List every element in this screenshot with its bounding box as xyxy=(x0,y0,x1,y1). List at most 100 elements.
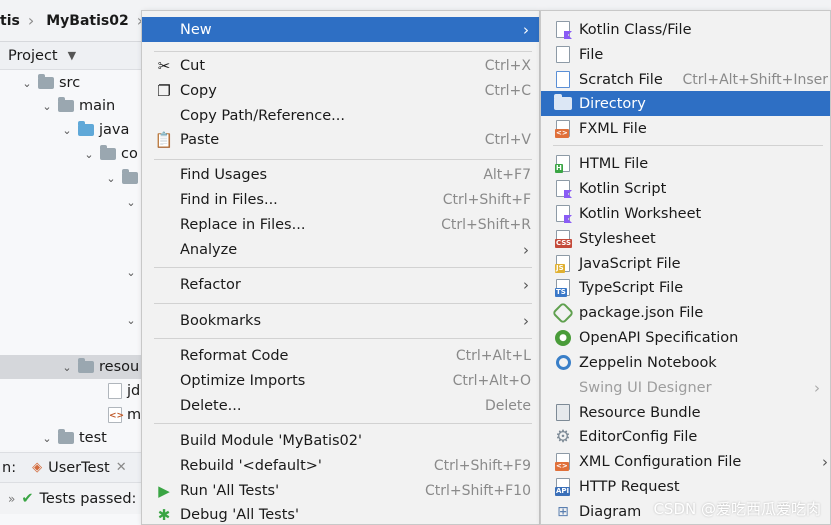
menu-label: Find in Files... xyxy=(180,191,278,208)
menu-item-copy-path[interactable]: Copy Path/Reference... xyxy=(142,103,539,128)
tree-node-subpackage[interactable]: ⌄ xyxy=(0,166,145,190)
menu-item-openapi[interactable]: ● OpenAPI Specification xyxy=(541,325,830,350)
project-panel-header[interactable]: Project ▼ xyxy=(0,42,145,70)
chevron-right-icon: › xyxy=(523,20,529,39)
package-icon xyxy=(122,169,138,184)
run-tab-usertest[interactable]: ◈ UserTest ✕ xyxy=(32,460,127,476)
menu-item-new[interactable]: New › xyxy=(142,17,539,42)
chevron-right-icon: › xyxy=(27,11,35,30)
menu-label: HTML File xyxy=(579,155,649,172)
breadcrumb-item[interactable]: tis › xyxy=(0,11,42,30)
menu-label: Optimize Imports xyxy=(180,372,306,389)
menu-shortcut: Ctrl+Alt+O xyxy=(452,372,531,389)
tree-node-src[interactable]: ⌄ src xyxy=(0,71,145,95)
html-file-icon: H xyxy=(553,154,573,174)
tree-node-resources[interactable]: ⌄ resou xyxy=(0,355,145,379)
menu-label: Zeppelin Notebook xyxy=(579,354,717,371)
menu-label: Kotlin Worksheet xyxy=(579,205,702,222)
resource-bundle-icon xyxy=(553,403,573,423)
css-file-icon: CSS xyxy=(553,229,573,249)
chevron-down-icon: ⌄ xyxy=(126,195,136,209)
menu-shortcut: Ctrl+Shift+F xyxy=(442,191,531,208)
tree-node-main[interactable]: ⌄ main xyxy=(0,94,145,118)
expand-icon[interactable]: » xyxy=(8,492,15,506)
menu-item-paste[interactable]: 📋 Paste Ctrl+V xyxy=(142,127,539,152)
menu-shortcut: Ctrl+X xyxy=(484,57,531,74)
menu-item-find-in-files[interactable]: Find in Files... Ctrl+Shift+F xyxy=(142,187,539,212)
tree-node-collapsed[interactable]: ⌄ xyxy=(0,260,145,284)
menu-label: Analyze xyxy=(180,241,238,258)
kotlin-worksheet-icon xyxy=(553,204,573,224)
close-icon[interactable]: ✕ xyxy=(116,460,127,475)
menu-item-fxml-file[interactable]: <> FXML File xyxy=(541,116,830,141)
package-icon xyxy=(100,145,116,160)
project-title: Project xyxy=(8,47,58,64)
menu-label: Bookmarks xyxy=(180,312,262,329)
menu-shortcut: Ctrl+Shift+R xyxy=(441,216,531,233)
source-folder-icon xyxy=(78,121,94,136)
menu-item-refactor[interactable]: Refactor › xyxy=(142,272,539,297)
menu-item-delete[interactable]: Delete... Delete xyxy=(142,393,539,418)
menu-separator xyxy=(553,145,823,146)
menu-item-xml-configuration[interactable]: <> XML Configuration File › xyxy=(541,449,830,474)
menu-item-reformat-code[interactable]: Reformat Code Ctrl+Alt+L xyxy=(142,343,539,368)
tree-node-java[interactable]: ⌄ java xyxy=(0,118,145,142)
menu-separator xyxy=(154,267,532,268)
tree-node-collapsed[interactable]: ⌄ xyxy=(0,190,145,214)
diagram-icon: ⊞ xyxy=(557,503,569,520)
menu-label: HTTP Request xyxy=(579,478,680,495)
tree-node-package[interactable]: ⌄ co xyxy=(0,142,145,166)
menu-item-file[interactable]: File xyxy=(541,42,830,67)
menu-label: XML Configuration File xyxy=(579,453,742,470)
menu-item-kotlin-class[interactable]: Kotlin Class/File xyxy=(541,17,830,42)
menu-label: Resource Bundle xyxy=(579,404,701,421)
menu-separator xyxy=(154,338,532,339)
menu-item-stylesheet[interactable]: CSS Stylesheet xyxy=(541,226,830,251)
chevron-down-icon: ▼ xyxy=(67,49,77,62)
resources-folder-icon xyxy=(78,358,94,373)
menu-item-find-usages[interactable]: Find Usages Alt+F7 xyxy=(142,162,539,187)
menu-item-http-request[interactable]: API HTTP Request xyxy=(541,474,830,499)
tree-node-test[interactable]: ⌄ test xyxy=(0,426,145,450)
menu-item-run-all-tests[interactable]: ▶ Run 'All Tests' Ctrl+Shift+F10 xyxy=(142,478,539,503)
menu-label: JavaScript File xyxy=(579,255,681,272)
menu-label: Refactor xyxy=(180,276,241,293)
menu-item-javascript-file[interactable]: JS JavaScript File xyxy=(541,251,830,276)
menu-item-editorconfig[interactable]: ⚙ EditorConfig File xyxy=(541,424,830,449)
fxml-file-icon: <> xyxy=(553,119,573,139)
properties-file-icon xyxy=(108,383,122,399)
menu-item-kotlin-worksheet[interactable]: Kotlin Worksheet xyxy=(541,201,830,226)
menu-item-kotlin-script[interactable]: Kotlin Script xyxy=(541,176,830,201)
menu-item-zeppelin-notebook[interactable]: Zeppelin Notebook xyxy=(541,350,830,375)
menu-item-debug-all-tests[interactable]: ✱ Debug 'All Tests' xyxy=(142,502,539,525)
menu-item-scratch-file[interactable]: Scratch File Ctrl+Alt+Shift+Inser xyxy=(541,67,830,92)
menu-item-cut[interactable]: ✂ Cut Ctrl+X xyxy=(142,53,539,78)
openapi-icon: ● xyxy=(553,328,573,348)
api-file-icon: API xyxy=(553,477,573,497)
chevron-down-icon: ⌄ xyxy=(106,171,116,185)
menu-item-build-module[interactable]: Build Module 'MyBatis02' xyxy=(142,428,539,453)
menu-item-copy[interactable]: ❐ Copy Ctrl+C xyxy=(142,78,539,103)
menu-item-directory[interactable]: Directory xyxy=(541,91,830,116)
menu-item-resource-bundle[interactable]: Resource Bundle xyxy=(541,400,830,425)
menu-item-bookmarks[interactable]: Bookmarks › xyxy=(142,308,539,333)
menu-label: Swing UI Designer xyxy=(579,379,712,396)
tree-label: main xyxy=(79,98,116,114)
menu-item-package-json[interactable]: package.json File xyxy=(541,300,830,325)
menu-label: Diagram xyxy=(579,503,642,520)
menu-item-html-file[interactable]: H HTML File xyxy=(541,151,830,176)
menu-label: package.json File xyxy=(579,304,704,321)
chevron-down-icon: ⌄ xyxy=(126,313,136,327)
menu-item-optimize-imports[interactable]: Optimize Imports Ctrl+Alt+O xyxy=(142,368,539,393)
menu-item-analyze[interactable]: Analyze › xyxy=(142,237,539,262)
javascript-file-icon: JS xyxy=(553,254,573,274)
menu-item-replace-in-files[interactable]: Replace in Files... Ctrl+Shift+R xyxy=(142,212,539,237)
tree-node-collapsed[interactable]: ⌄ xyxy=(0,308,145,332)
tree-node-file[interactable]: jd xyxy=(0,379,145,403)
menu-item-swing-ui-designer[interactable]: Swing UI Designer › xyxy=(541,375,830,400)
menu-item-rebuild[interactable]: Rebuild '<default>' Ctrl+Shift+F9 xyxy=(142,453,539,478)
breadcrumb-item[interactable]: MyBatis02 › xyxy=(46,11,151,30)
tree-node-file[interactable]: <> m xyxy=(0,403,145,427)
chevron-down-icon: ⌄ xyxy=(84,147,94,161)
menu-item-typescript-file[interactable]: TS TypeScript File xyxy=(541,275,830,300)
